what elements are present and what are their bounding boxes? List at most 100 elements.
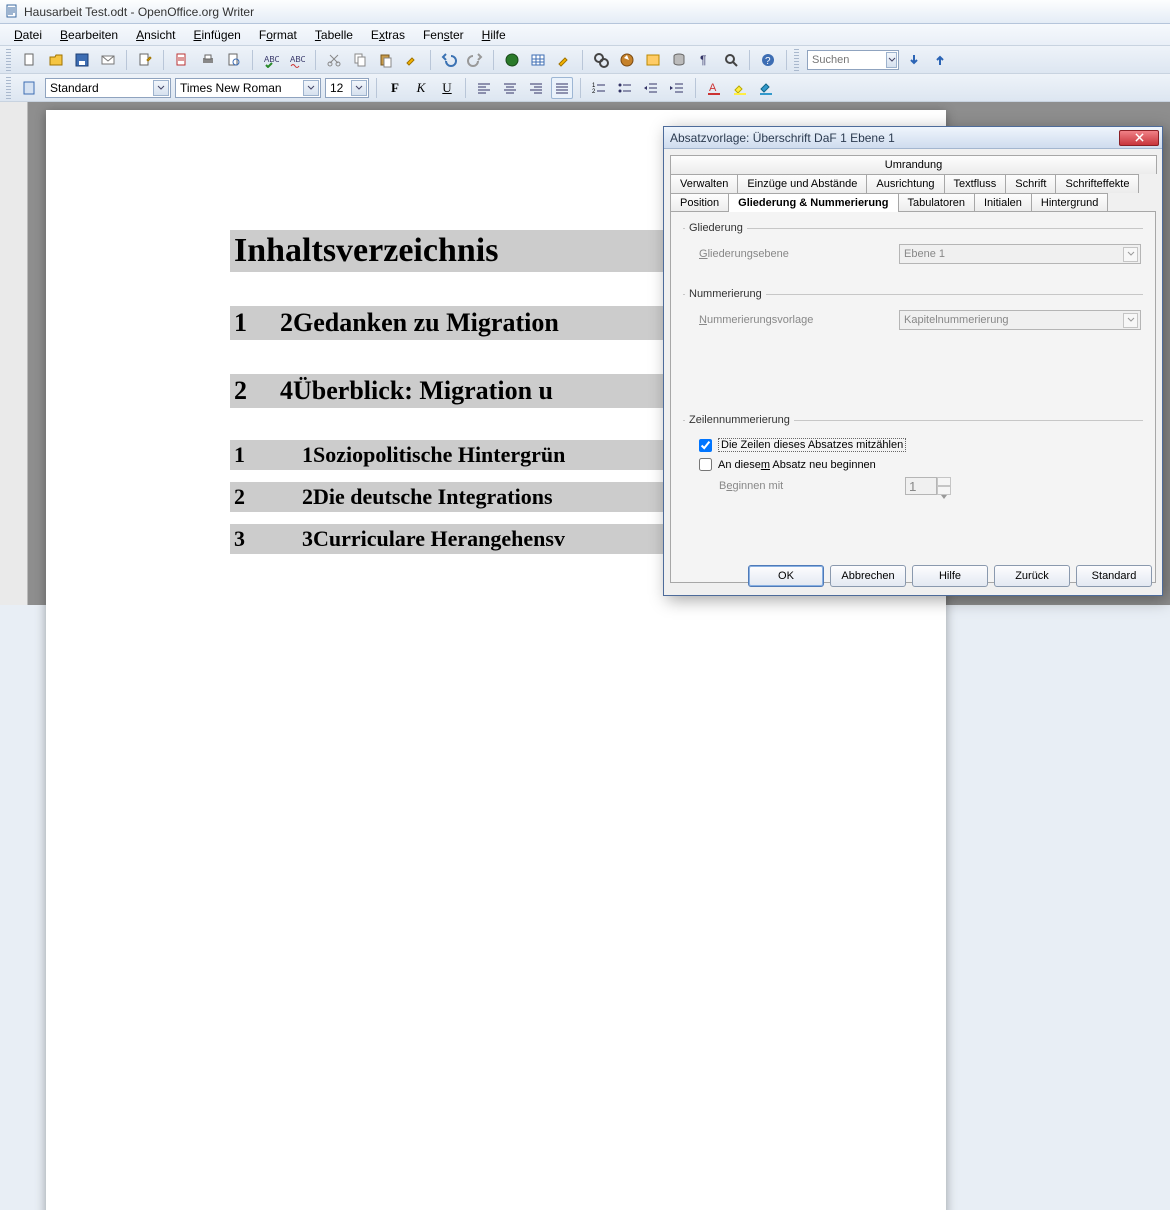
tab-tabulatoren[interactable]: Tabulatoren — [898, 193, 976, 212]
bold-button[interactable]: F — [384, 77, 406, 99]
spellcheck-button[interactable]: ABC — [260, 49, 282, 71]
vertical-ruler — [0, 102, 28, 605]
chevron-down-icon[interactable] — [153, 80, 169, 96]
nonprinting-button[interactable]: ¶ — [694, 49, 716, 71]
close-button[interactable] — [1119, 130, 1159, 146]
decrease-indent-button[interactable] — [640, 77, 662, 99]
count-lines-checkbox[interactable] — [699, 439, 712, 452]
paragraph-style-combo[interactable]: Standard — [45, 78, 171, 98]
hyperlink-button[interactable] — [501, 49, 523, 71]
tab-gliederung-nummerierung[interactable]: Gliederung & Nummerierung — [728, 193, 898, 212]
align-right-button[interactable] — [525, 77, 547, 99]
nummerierungsvorlage-label: Nummerierungsvorlage — [699, 314, 899, 326]
tab-umrandung[interactable]: Umrandung — [670, 155, 1157, 174]
align-justify-button[interactable] — [551, 77, 573, 99]
back-button[interactable]: Zurück — [994, 565, 1070, 587]
menu-datei[interactable]: Datei — [6, 26, 50, 44]
tab-ausrichtung[interactable]: Ausrichtung — [866, 174, 944, 193]
find-button[interactable] — [590, 49, 612, 71]
font-name-combo[interactable]: Times New Roman — [175, 78, 321, 98]
highlight-button[interactable] — [729, 77, 751, 99]
chevron-down-icon[interactable] — [303, 80, 319, 96]
search-input[interactable] — [807, 50, 899, 70]
tab-textfluss[interactable]: Textfluss — [944, 174, 1007, 193]
ok-button[interactable]: OK — [748, 565, 824, 587]
tab-einzuege[interactable]: Einzüge und Abstände — [737, 174, 867, 193]
restart-at-paragraph-checkbox[interactable] — [699, 458, 712, 471]
datasources-button[interactable] — [668, 49, 690, 71]
paste-button[interactable] — [375, 49, 397, 71]
standard-button[interactable]: Standard — [1076, 565, 1152, 587]
toolbar-formatting: Standard Times New Roman 12 F K U 12 A — [0, 74, 1170, 102]
gliederungsebene-select[interactable]: Ebene 1 — [899, 244, 1141, 264]
open-button[interactable] — [45, 49, 67, 71]
undo-button[interactable] — [438, 49, 460, 71]
tab-initialen[interactable]: Initialen — [974, 193, 1032, 212]
search-up-button[interactable] — [929, 49, 951, 71]
italic-button[interactable]: K — [410, 77, 432, 99]
align-center-button[interactable] — [499, 77, 521, 99]
toolbar-grip[interactable] — [6, 49, 11, 71]
zoom-button[interactable] — [720, 49, 742, 71]
spinner-down[interactable] — [937, 486, 951, 495]
paragraph-style-dialog: Absatzvorlage: Überschrift DaF 1 Ebene 1… — [663, 126, 1163, 596]
format-paintbrush-button[interactable] — [401, 49, 423, 71]
tab-schrift[interactable]: Schrift — [1005, 174, 1056, 193]
menu-einfuegen[interactable]: Einfügen — [185, 26, 248, 44]
begin-with-label: Beginnen mit — [719, 480, 905, 492]
chevron-down-icon[interactable] — [886, 52, 897, 68]
toolbar-grip[interactable] — [794, 49, 799, 71]
show-draw-button[interactable] — [553, 49, 575, 71]
svg-text:¶: ¶ — [700, 53, 706, 67]
new-button[interactable] — [19, 49, 41, 71]
menu-tabelle[interactable]: Tabelle — [307, 26, 361, 44]
cut-button[interactable] — [323, 49, 345, 71]
font-color-button[interactable]: A — [703, 77, 725, 99]
print-preview-button[interactable] — [223, 49, 245, 71]
svg-text:?: ? — [765, 56, 771, 67]
search-down-button[interactable] — [903, 49, 925, 71]
svg-text:2: 2 — [592, 89, 596, 95]
menu-bearbeiten[interactable]: Bearbeiten — [52, 26, 126, 44]
gallery-button[interactable] — [642, 49, 664, 71]
background-color-button[interactable] — [755, 77, 777, 99]
restart-at-paragraph-label: An diesem Absatz neu beginnen — [718, 459, 876, 471]
export-pdf-button[interactable] — [171, 49, 193, 71]
nummerierungsvorlage-select[interactable]: Kapitelnummerierung — [899, 310, 1141, 330]
help-button[interactable]: ? — [757, 49, 779, 71]
print-button[interactable] — [197, 49, 219, 71]
menu-hilfe[interactable]: Hilfe — [474, 26, 514, 44]
window-title: Hausarbeit Test.odt - OpenOffice.org Wri… — [24, 5, 254, 19]
email-button[interactable] — [97, 49, 119, 71]
numbered-list-button[interactable]: 12 — [588, 77, 610, 99]
navigator-button[interactable] — [616, 49, 638, 71]
bullet-list-button[interactable] — [614, 77, 636, 99]
save-button[interactable] — [71, 49, 93, 71]
document-icon — [4, 4, 20, 20]
redo-button[interactable] — [464, 49, 486, 71]
chevron-down-icon[interactable] — [351, 80, 367, 96]
increase-indent-button[interactable] — [666, 77, 688, 99]
styles-button[interactable] — [19, 77, 41, 99]
help-button[interactable]: Hilfe — [912, 565, 988, 587]
menu-format[interactable]: Format — [251, 26, 305, 44]
font-size-combo[interactable]: 12 — [325, 78, 369, 98]
cancel-button[interactable]: Abbrechen — [830, 565, 906, 587]
tab-schrifteffekte[interactable]: Schrifteffekte — [1055, 174, 1139, 193]
menu-extras[interactable]: Extras — [363, 26, 413, 44]
tab-verwalten[interactable]: Verwalten — [670, 174, 738, 193]
copy-button[interactable] — [349, 49, 371, 71]
begin-with-spinner[interactable] — [905, 477, 951, 495]
edit-doc-button[interactable] — [134, 49, 156, 71]
tab-hintergrund[interactable]: Hintergrund — [1031, 193, 1108, 212]
menu-ansicht[interactable]: Ansicht — [128, 26, 183, 44]
auto-spellcheck-button[interactable]: ABC — [286, 49, 308, 71]
group-nummerierung-legend: Nummerierung — [685, 288, 766, 300]
align-left-button[interactable] — [473, 77, 495, 99]
menu-fenster[interactable]: Fenster — [415, 26, 472, 44]
table-button[interactable] — [527, 49, 549, 71]
underline-button[interactable]: U — [436, 77, 458, 99]
toolbar-grip[interactable] — [6, 77, 11, 99]
spinner-up[interactable] — [937, 477, 951, 486]
tab-position[interactable]: Position — [670, 193, 729, 212]
